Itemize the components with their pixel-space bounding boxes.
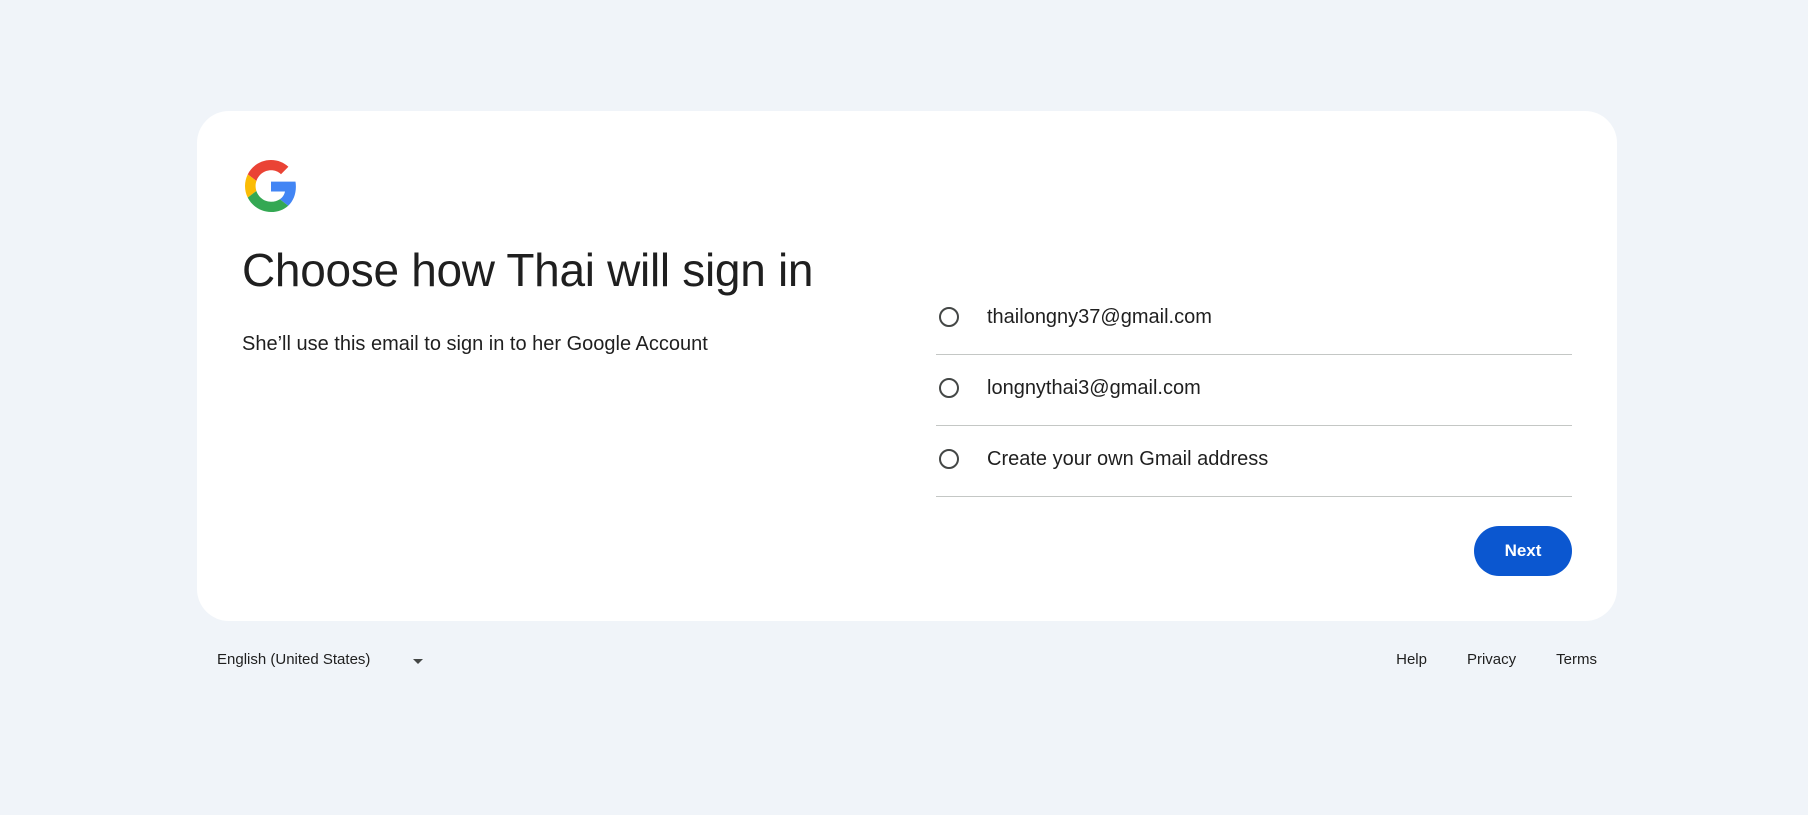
terms-link[interactable]: Terms xyxy=(1556,651,1597,668)
language-select[interactable]: English (United States) xyxy=(217,646,427,674)
page-title: Choose how Thai will sign in xyxy=(242,244,814,296)
sign-in-options: thailongny37@gmail.com longnythai3@gmail… xyxy=(936,284,1572,497)
radio-button[interactable] xyxy=(939,307,959,327)
privacy-link[interactable]: Privacy xyxy=(1467,651,1516,668)
option-label: Create your own Gmail address xyxy=(987,448,1269,470)
google-logo-icon xyxy=(245,160,296,212)
language-label: English (United States) xyxy=(217,651,371,668)
sign-in-card: Choose how Thai will sign in She’ll use … xyxy=(197,111,1617,621)
option-thailongny37[interactable]: thailongny37@gmail.com xyxy=(936,284,1572,355)
page-subtitle: She’ll use this email to sign in to her … xyxy=(242,333,708,355)
footer-links: Help Privacy Terms xyxy=(1396,651,1597,668)
option-label: longnythai3@gmail.com xyxy=(987,377,1201,399)
radio-button[interactable] xyxy=(939,449,959,469)
help-link[interactable]: Help xyxy=(1396,651,1427,668)
next-button[interactable]: Next xyxy=(1474,526,1572,576)
footer: English (United States) Help Privacy Ter… xyxy=(197,640,1617,680)
option-longnythai3[interactable]: longnythai3@gmail.com xyxy=(936,355,1572,426)
radio-button[interactable] xyxy=(939,378,959,398)
option-create-gmail[interactable]: Create your own Gmail address xyxy=(936,426,1572,497)
chevron-down-icon xyxy=(413,659,423,664)
option-label: thailongny37@gmail.com xyxy=(987,306,1212,328)
